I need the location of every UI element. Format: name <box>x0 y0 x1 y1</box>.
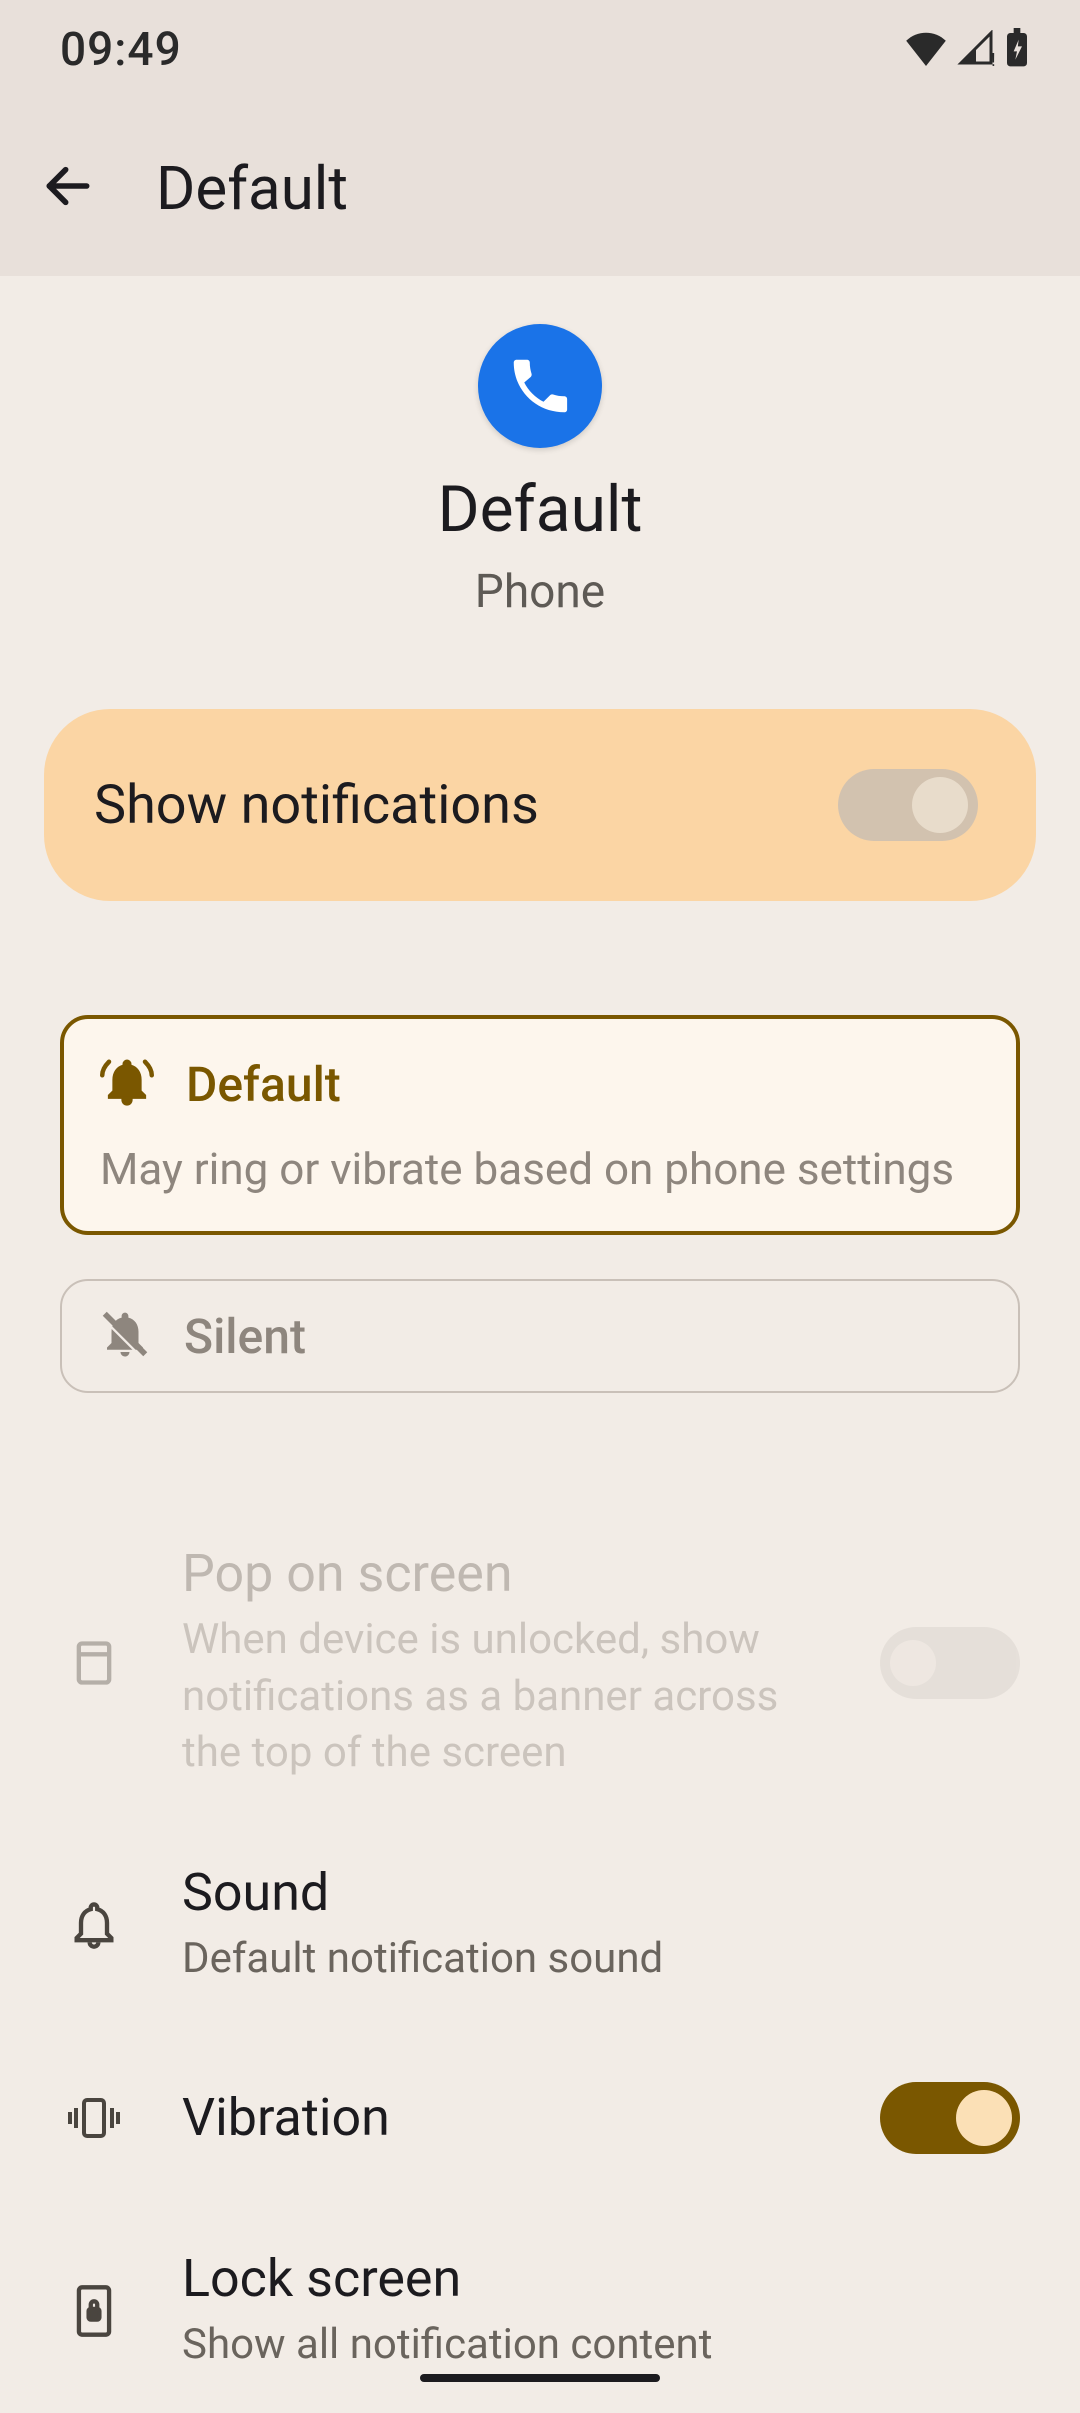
pop-on-screen-switch <box>880 1627 1020 1699</box>
sound-row[interactable]: Sound Default notification sound <box>0 1822 1080 2028</box>
settings-list: Pop on screen When device is unlocked, s… <box>0 1503 1080 2413</box>
show-notifications-row[interactable]: Show notifications <box>44 709 1036 901</box>
sound-sub: Default notification sound <box>182 1931 1020 1988</box>
mode-default-card[interactable]: Default May ring or vibrate based on pho… <box>60 1015 1020 1235</box>
mode-default-title: Default <box>186 1056 341 1113</box>
phone-app-icon <box>478 324 602 448</box>
cellular-icon: ! <box>956 30 996 70</box>
mode-default-desc: May ring or vibrate based on phone setti… <box>100 1143 980 1195</box>
app-bar-title: Default <box>156 153 348 224</box>
vibration-icon <box>66 2092 122 2144</box>
banner-icon <box>66 1637 122 1689</box>
sound-title: Sound <box>182 1862 1020 1923</box>
wifi-icon <box>904 30 948 70</box>
lock-screen-row[interactable]: Lock screen Show all notification conten… <box>0 2208 1080 2413</box>
mode-silent-title: Silent <box>184 1308 306 1365</box>
channel-title: Default <box>438 472 643 547</box>
app-bar: Default <box>0 100 1080 276</box>
bell-icon <box>66 1899 122 1951</box>
svg-text:!: ! <box>991 50 996 66</box>
back-button[interactable] <box>40 158 96 218</box>
show-notifications-switch[interactable] <box>838 769 978 841</box>
bell-ring-icon <box>100 1055 154 1113</box>
status-time: 09:49 <box>60 23 182 77</box>
show-notifications-label: Show notifications <box>94 774 539 837</box>
alert-mode-group: Default May ring or vibrate based on pho… <box>60 1015 1020 1393</box>
vibration-title: Vibration <box>182 2087 820 2148</box>
bell-off-icon <box>98 1307 152 1365</box>
pop-on-screen-sub: When device is unlocked, show notificati… <box>182 1612 820 1782</box>
lock-screen-sub: Show all notification content <box>182 2317 1020 2374</box>
nav-indicator <box>420 2374 660 2382</box>
channel-subtitle: Phone <box>475 565 605 619</box>
battery-icon <box>1004 28 1030 72</box>
lock-screen-title: Lock screen <box>182 2248 1020 2309</box>
status-bar: 09:49 ! <box>0 0 1080 100</box>
lock-screen-icon <box>66 2283 122 2339</box>
vibration-switch[interactable] <box>880 2082 1020 2154</box>
channel-header: Default Phone <box>0 276 1080 709</box>
pop-on-screen-title: Pop on screen <box>182 1543 820 1604</box>
vibration-row[interactable]: Vibration <box>0 2028 1080 2208</box>
status-icons: ! <box>904 28 1030 72</box>
pop-on-screen-row: Pop on screen When device is unlocked, s… <box>0 1503 1080 1822</box>
mode-silent-card[interactable]: Silent <box>60 1279 1020 1393</box>
